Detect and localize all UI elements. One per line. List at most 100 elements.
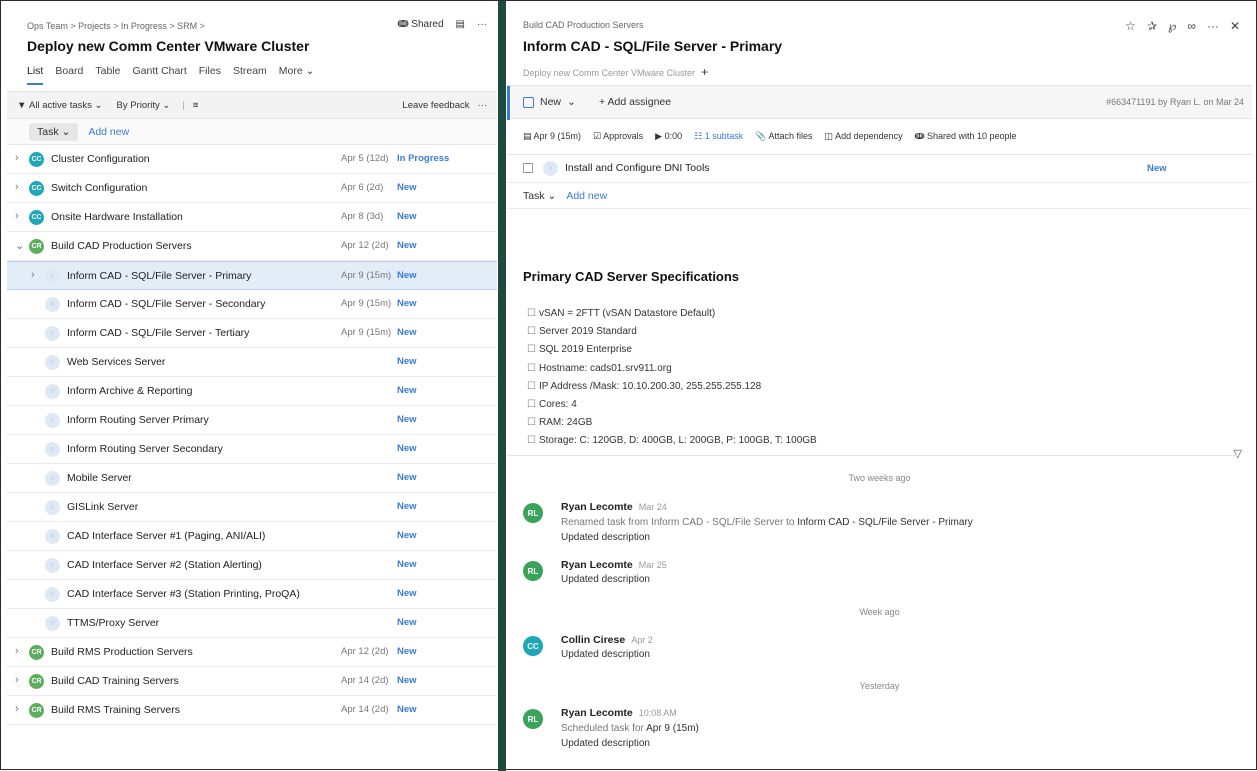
avatar[interactable]: CC: [29, 181, 44, 196]
more-icon[interactable]: ···: [477, 19, 487, 30]
author-name[interactable]: Ryan Lecomte: [561, 559, 633, 571]
chevron-right-icon[interactable]: ›: [15, 645, 25, 657]
active-tasks-filter[interactable]: All active tasks ⌄: [29, 100, 102, 111]
spec-item[interactable]: Storage: C: 120GB, D: 400GB, L: 200GB, P…: [527, 432, 817, 450]
chevron-right-icon[interactable]: ›: [15, 674, 25, 686]
spec-item[interactable]: Cores: 4: [527, 396, 817, 414]
task-row[interactable]: › CC Switch Configuration Apr 6 (2d) New: [7, 174, 497, 203]
tab-gantt-chart[interactable]: Gantt Chart: [132, 65, 186, 85]
shared-with-button[interactable]: ↈ Shared with 10 people: [915, 131, 1017, 142]
task-name[interactable]: Mobile Server: [67, 472, 132, 484]
calendar-icon[interactable]: ▤: [456, 19, 465, 30]
status-badge[interactable]: New: [397, 704, 417, 715]
priority-sort[interactable]: By Priority ⌄: [116, 100, 170, 111]
task-name[interactable]: CAD Interface Server #1 (Paging, ANI/ALI…: [67, 530, 265, 542]
status-badge[interactable]: New: [397, 240, 417, 251]
status-badge[interactable]: New: [397, 443, 417, 454]
author-name[interactable]: Ryan Lecomte: [561, 707, 633, 719]
status-badge[interactable]: New: [397, 530, 417, 541]
chevron-right-icon[interactable]: ›: [15, 181, 25, 193]
status-badge[interactable]: New: [397, 414, 417, 425]
chevron-right-icon[interactable]: ›: [15, 703, 25, 715]
task-name[interactable]: CAD Interface Server #2 (Station Alertin…: [67, 559, 262, 571]
task-date[interactable]: Apr 14 (2d): [341, 675, 389, 686]
avatar[interactable]: RL: [523, 561, 543, 581]
task-date[interactable]: Apr 14 (2d): [341, 704, 389, 715]
author-name[interactable]: Collin Cirese: [561, 634, 625, 646]
subtask-checkbox[interactable]: [523, 163, 533, 173]
subtask-status[interactable]: New: [1147, 163, 1167, 174]
task-type-dropdown[interactable]: Task ⌄: [523, 190, 556, 202]
more-icon[interactable]: ···: [1207, 19, 1219, 33]
description-heading[interactable]: Primary CAD Server Specifications: [523, 269, 739, 284]
add-assignee-button[interactable]: + Add assignee: [599, 96, 671, 108]
task-name[interactable]: Onsite Hardware Installation: [51, 211, 183, 223]
tab-files[interactable]: Files: [199, 65, 221, 85]
chevron-down-icon[interactable]: ⌄: [15, 239, 25, 252]
task-name[interactable]: Build RMS Production Servers: [51, 646, 193, 658]
more-icon[interactable]: ···: [478, 100, 488, 111]
task-row[interactable]: ○ CAD Interface Server #3 (Station Printi…: [7, 580, 497, 609]
tab-stream[interactable]: Stream: [233, 65, 267, 85]
task-row[interactable]: ○ GISLink Server New: [7, 493, 497, 522]
user-placeholder-icon[interactable]: ○: [45, 500, 60, 515]
user-placeholder-icon[interactable]: ○: [45, 413, 60, 428]
status-badge[interactable]: New: [397, 356, 417, 367]
attach-files-button[interactable]: 📎 Attach files: [755, 131, 812, 142]
status-badge[interactable]: New: [397, 270, 417, 281]
task-row[interactable]: › ○ Inform CAD - SQL/File Server - Primary…: [7, 261, 497, 290]
user-placeholder-icon[interactable]: ○: [45, 471, 60, 486]
spec-item[interactable]: RAM: 24GB: [527, 414, 817, 432]
task-row[interactable]: ○ Mobile Server New: [7, 464, 497, 493]
parent-task-link[interactable]: Build CAD Production Servers: [523, 20, 644, 30]
user-placeholder-icon[interactable]: ○: [45, 587, 60, 602]
task-name[interactable]: Switch Configuration: [51, 182, 147, 194]
task-row[interactable]: ○ CAD Interface Server #2 (Station Alerti…: [7, 551, 497, 580]
status-badge[interactable]: New: [397, 472, 417, 483]
status-badge[interactable]: New: [397, 588, 417, 599]
task-name[interactable]: Web Services Server: [67, 356, 165, 368]
status-badge[interactable]: New: [397, 617, 417, 628]
date-field[interactable]: ▤ Apr 9 (15m): [523, 131, 581, 142]
chevron-right-icon[interactable]: ›: [15, 152, 25, 164]
task-name[interactable]: Cluster Configuration: [51, 153, 150, 165]
status-badge[interactable]: New: [397, 385, 417, 396]
task-name[interactable]: Build CAD Production Servers: [51, 240, 192, 252]
status-badge[interactable]: New: [397, 182, 417, 193]
add-new-link[interactable]: Add new: [566, 190, 607, 202]
pin-icon[interactable]: ✰: [1147, 19, 1157, 33]
avatar[interactable]: CC: [29, 152, 44, 167]
tab-table[interactable]: Table: [95, 65, 120, 85]
status-badge[interactable]: New: [397, 327, 417, 338]
avatar[interactable]: RL: [523, 503, 543, 523]
avatar[interactable]: CR: [29, 239, 44, 254]
task-name[interactable]: TTMS/Proxy Server: [67, 617, 159, 629]
group-icon[interactable]: ≡: [193, 100, 199, 111]
task-row[interactable]: ○ CAD Interface Server #1 (Paging, ANI/AL…: [7, 522, 497, 551]
status-badge[interactable]: In Progress: [397, 153, 449, 164]
avatar[interactable]: CR: [29, 703, 44, 718]
user-placeholder-icon[interactable]: ○: [45, 297, 60, 312]
filter-icon[interactable]: ▽: [1234, 447, 1242, 460]
spec-item[interactable]: SQL 2019 Enterprise: [527, 341, 817, 359]
task-name[interactable]: CAD Interface Server #3 (Station Printin…: [67, 588, 300, 600]
tab-board[interactable]: Board: [55, 65, 83, 85]
task-row[interactable]: › CC Cluster Configuration Apr 5 (12d) In Pr…: [7, 145, 497, 174]
chevron-right-icon[interactable]: ›: [15, 210, 25, 222]
avatar[interactable]: CC: [523, 636, 543, 656]
star-icon[interactable]: ☆: [1125, 19, 1136, 33]
user-placeholder-icon[interactable]: ○: [45, 529, 60, 544]
add-dependency-button[interactable]: ◫ Add dependency: [825, 131, 903, 142]
user-placeholder-icon[interactable]: ○: [45, 616, 60, 631]
task-name[interactable]: Inform Routing Server Primary: [67, 414, 209, 426]
timer-button[interactable]: ▶ 0:00: [655, 131, 682, 142]
task-date[interactable]: Apr 9 (15m): [341, 298, 391, 309]
spec-item[interactable]: vSAN = 2FTT (vSAN Datastore Default): [527, 305, 817, 323]
task-row[interactable]: ○ Inform Routing Server Secondary New: [7, 435, 497, 464]
panel-divider[interactable]: [498, 1, 506, 771]
subtask-name[interactable]: Install and Configure DNI Tools: [565, 162, 710, 174]
status-dropdown[interactable]: New ⌄: [523, 96, 576, 108]
task-date[interactable]: Apr 5 (12d): [341, 153, 389, 164]
breadcrumb[interactable]: Ops Team > Projects > In Progress > SRM …: [27, 21, 205, 31]
task-name[interactable]: Build CAD Training Servers: [51, 675, 179, 687]
